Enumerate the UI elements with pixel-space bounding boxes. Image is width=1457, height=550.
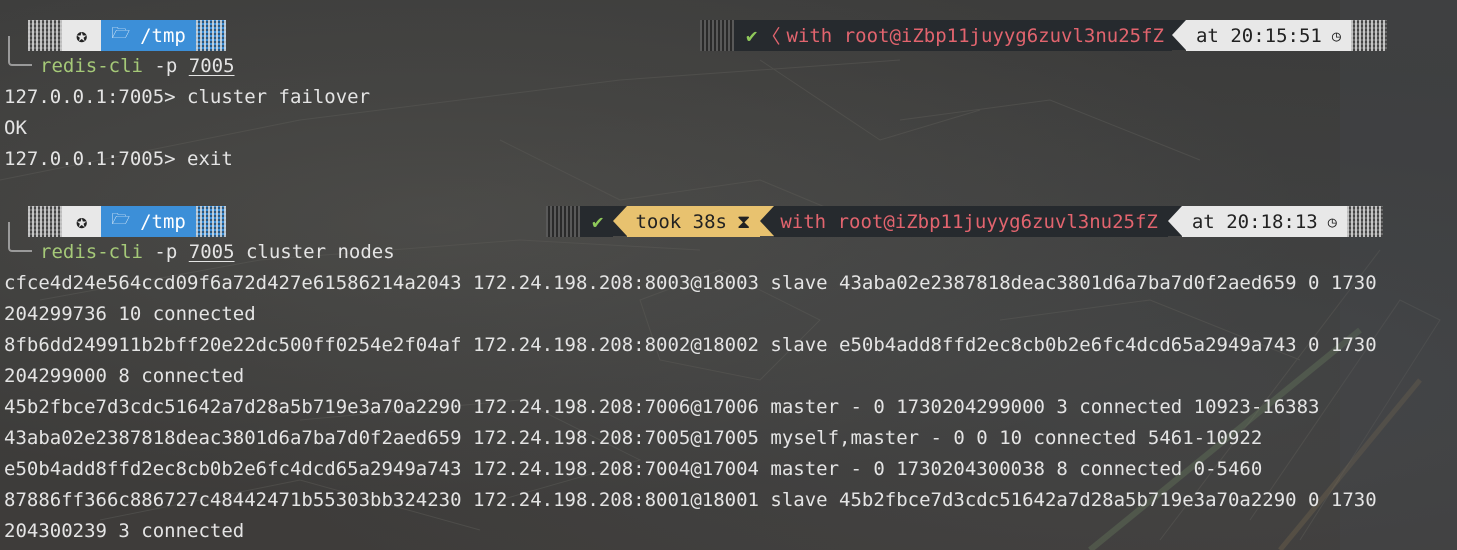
current-directory: /tmp [140, 24, 186, 47]
os-segment: ✪ [62, 206, 102, 237]
command-args: cluster nodes [234, 241, 395, 263]
status-segment: ✔ [580, 206, 614, 237]
os-segment: ✪ [62, 20, 102, 51]
checkmark-icon: ✔ [746, 24, 758, 47]
prompt-dither-end [195, 206, 226, 237]
command-line-2: redis-cli -p 7005 cluster nodes [40, 237, 395, 268]
command-port: 7005 [188, 241, 235, 263]
time-segment: at 20:15:51 ◷ [1185, 20, 1351, 51]
current-directory: /tmp [140, 210, 186, 233]
at-label: at [1191, 210, 1215, 233]
session-line: OK [4, 113, 27, 144]
took-segment: took 38s ⧗ [627, 206, 761, 237]
gear-icon: ✪ [76, 210, 88, 233]
segment-divider: 〈 [761, 26, 781, 48]
redis-output: OK [4, 117, 27, 139]
prompt-left-segment-1: ✪ 🗁 /tmp [28, 20, 226, 51]
output-line: 43aba02e2387818deac3801d6a7ba7d0f2aed659… [4, 427, 1263, 449]
took-label: took [635, 210, 682, 233]
session-line: 127.0.0.1:7005> exit [4, 144, 233, 175]
at-label: at [1195, 24, 1219, 47]
output-line: cfce4d24e564ccd09f6a72d427e61586214a2043… [4, 272, 1377, 294]
dir-segment: 🗁 /tmp [101, 206, 196, 237]
status-segment: ✔ 〈 with root@iZbp11juyyg6zuvl3nu25fZ [734, 20, 1172, 51]
user-host: root@iZbp11juyyg6zuvl3nu25fZ [837, 210, 1158, 233]
segment-arrow [613, 206, 628, 236]
with-label: with [780, 210, 827, 233]
command-flag: -p [154, 55, 178, 77]
output-line: 204300239 3 connected [4, 520, 245, 542]
folder-icon: 🗁 [111, 210, 131, 228]
hourglass-icon: ⧗ [737, 210, 751, 233]
dir-segment: 🗁 /tmp [101, 20, 196, 51]
user-segment: with root@iZbp11juyyg6zuvl3nu25fZ [774, 206, 1168, 237]
prompt-right-segment-2: ✔ took 38s ⧗ with root@iZbp11juyyg6zuvl3… [546, 206, 1383, 237]
took-duration: 38s [692, 210, 727, 233]
prompt-tree-connector [8, 36, 32, 66]
with-label: with [786, 24, 833, 47]
command-program: redis-cli [40, 241, 143, 263]
gear-icon: ✪ [76, 24, 88, 47]
command-line-1: redis-cli -p 7005 [40, 51, 235, 82]
prompt-time: 20:18:13 [1226, 210, 1318, 233]
prompt-dither-right-end [1350, 20, 1387, 51]
prompt-dither-right-end [1346, 206, 1383, 237]
clock-icon: ◷ [1327, 212, 1337, 231]
folder-icon: 🗁 [111, 24, 131, 42]
redis-prompt: 127.0.0.1:7005> [4, 86, 176, 108]
redis-prompt: 127.0.0.1:7005> [4, 148, 176, 170]
output-line: e50b4add8ffd2ec8cb0b2e6fc4dcd65a2949a743… [4, 458, 1263, 480]
output-line: 8fb6dd249911b2bff20e22dc500ff0254e2f04af… [4, 334, 1377, 356]
clock-icon: ◷ [1331, 26, 1341, 45]
output-line: 204299736 10 connected [4, 303, 256, 325]
output-line: 204299000 8 connected [4, 365, 245, 387]
prompt-dither-right-start [546, 206, 580, 237]
segment-arrow [760, 206, 775, 236]
time-segment: at 20:18:13 ◷ [1181, 206, 1347, 237]
prompt-right-segment-1: ✔ 〈 with root@iZbp11juyyg6zuvl3nu25fZ at… [700, 20, 1387, 51]
user-host: root@iZbp11juyyg6zuvl3nu25fZ [843, 24, 1164, 47]
prompt-dither-right-start [700, 20, 734, 51]
prompt-time: 20:15:51 [1230, 24, 1322, 47]
prompt-tree-connector [8, 222, 32, 252]
checkmark-icon: ✔ [592, 210, 604, 233]
redis-input: cluster failover [175, 86, 371, 108]
session-line: 127.0.0.1:7005> cluster failover [4, 82, 370, 113]
output-line: 87886ff366c886727c48442471b55303bb324230… [4, 489, 1377, 511]
segment-arrow [1167, 206, 1182, 236]
prompt-dither [28, 206, 62, 237]
redis-input: exit [175, 148, 233, 170]
command-flag: -p [154, 241, 178, 263]
prompt-dither-end [195, 20, 226, 51]
output-line: 45b2fbce7d3cdc51642a7d28a5b719e3a70a2290… [4, 396, 1320, 418]
segment-arrow [1171, 20, 1186, 50]
prompt-dither [28, 20, 62, 51]
command-port: 7005 [188, 55, 235, 77]
command-program: redis-cli [40, 55, 143, 77]
prompt-left-segment-2: ✪ 🗁 /tmp [28, 206, 226, 237]
